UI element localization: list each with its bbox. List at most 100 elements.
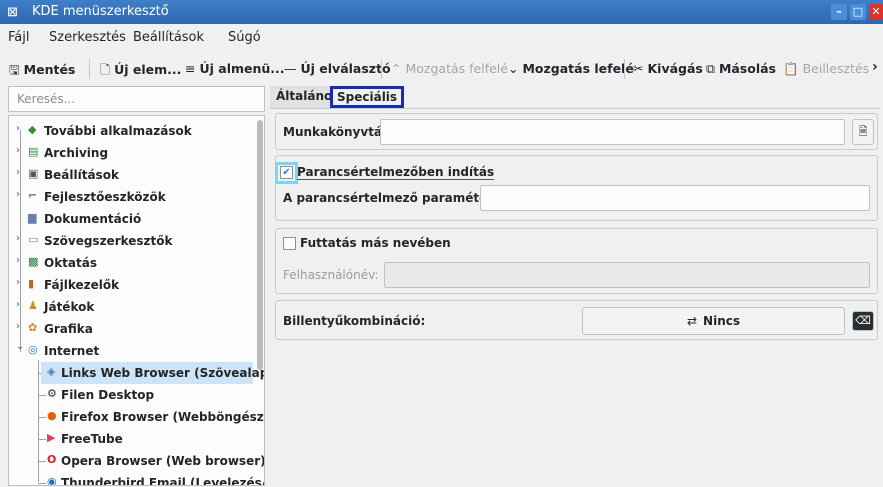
- chevron-right-icon[interactable]: ›: [16, 233, 20, 244]
- separator-icon: —: [284, 61, 297, 76]
- workdir-input[interactable]: [380, 119, 845, 145]
- clear-shortcut-button[interactable]: ⌫: [852, 311, 874, 331]
- menu-file[interactable]: Fájl: [8, 30, 29, 45]
- window-title: KDE menüszerkesztő: [32, 4, 169, 19]
- move-down-button[interactable]: ⌄ Mozgatás lefelé: [508, 61, 634, 76]
- workdir-label: Munkakönyvtár:: [283, 125, 393, 139]
- chevron-up-icon: ⌃: [391, 61, 402, 76]
- freetube-icon: ▶: [47, 431, 56, 444]
- chevron-right-icon[interactable]: ›: [16, 277, 20, 288]
- chevron-right-icon[interactable]: ›: [16, 189, 20, 200]
- terminal-checkbox-label[interactable]: Parancsértelmezőben indítás: [297, 165, 495, 180]
- menu-edit[interactable]: Szerkesztés: [49, 30, 126, 45]
- new-item-button[interactable]: 🗋 Új elem...: [100, 61, 181, 82]
- tree-item[interactable]: ⚙ Filen Desktop: [41, 384, 253, 406]
- tree-item[interactable]: ● Firefox Browser (Webböngésző): [41, 406, 264, 428]
- other-user-checkbox[interactable]: [283, 237, 296, 250]
- workdir-group: Munkakönyvtár: 🗎: [275, 113, 878, 150]
- settings-icon: ▣: [28, 167, 39, 180]
- tree-scrollbar[interactable]: [257, 120, 263, 370]
- chevron-right-icon[interactable]: ›: [16, 255, 20, 266]
- graphics-icon: ✿: [28, 321, 38, 334]
- copy-icon: ⧉: [706, 61, 715, 76]
- new-submenu-button[interactable]: ≡ Új almenü...: [185, 61, 285, 76]
- shortcut-label: Billentyűkombináció:: [283, 314, 426, 328]
- firefox-icon: ●: [47, 409, 57, 422]
- chevron-right-icon[interactable]: ›: [16, 123, 20, 134]
- copy-button[interactable]: ⧉ Másolás: [706, 61, 776, 77]
- chevron-down-icon: ⌄: [508, 61, 519, 76]
- menu-tree[interactable]: › ◆ További alkalmazások › ▤ Archiving ›…: [8, 115, 265, 486]
- other-user-label[interactable]: Futtatás más nevében: [300, 236, 451, 250]
- maximize-button[interactable]: □: [850, 4, 866, 20]
- tree-item[interactable]: › ♟ Játékok: [9, 296, 257, 318]
- tree-item-selected[interactable]: ◈ Links Web Browser (Szövealapu ...: [41, 362, 264, 384]
- close-button[interactable]: ✕: [869, 4, 883, 20]
- shortcut-group: Billentyűkombináció: ⇄ Nincs ⌫: [275, 300, 878, 340]
- checkbox-highlight: [275, 162, 298, 184]
- terminal-params-label: A parancsértelmező paraméterei:: [283, 191, 511, 205]
- games-icon: ♟: [28, 299, 38, 312]
- chevron-right-icon[interactable]: ›: [16, 321, 20, 332]
- tree-item[interactable]: O Opera Browser (Web browser): [41, 450, 264, 472]
- new-separator-button[interactable]: — Új elválasztó: [284, 61, 391, 76]
- search-input[interactable]: Keresés...: [8, 86, 265, 112]
- tree-item[interactable]: ▆ Dokumentáció: [9, 208, 257, 230]
- minimize-button[interactable]: –: [831, 4, 847, 20]
- open-document-icon: 🗎: [858, 125, 868, 138]
- other-user-group: Futtatás más nevében Felhasználónév:: [275, 228, 878, 294]
- tree-item[interactable]: › ⌐ Fejlesztőeszközök: [9, 186, 257, 208]
- menu-settings[interactable]: Beállítások: [133, 30, 204, 45]
- save-icon: 🖫: [9, 62, 20, 77]
- menu-bar: Fájl Szerkesztés Beállítások Súgó: [0, 24, 883, 50]
- browse-folder-button[interactable]: 🗎: [852, 119, 874, 145]
- chevron-down-icon[interactable]: ⌄: [16, 341, 24, 352]
- file-manager-icon: ▮: [28, 277, 35, 290]
- internet-icon: ◎: [28, 343, 38, 356]
- folder-apps-icon: ◆: [28, 123, 37, 136]
- backspace-icon: ⌫: [855, 314, 871, 327]
- toolbar: 🖫 Mentés 🗋 Új elem... ≡ Új almenü... — Új el…: [0, 50, 883, 88]
- shortcut-button[interactable]: ⇄ Nincs: [582, 307, 845, 335]
- menu-help[interactable]: Súgó: [228, 30, 261, 45]
- chevron-right-icon[interactable]: ›: [16, 145, 20, 156]
- tree-item[interactable]: › ▣ Beállítások: [9, 164, 257, 186]
- dev-tools-icon: ⌐: [28, 189, 38, 202]
- cut-button[interactable]: ✂ Kivágás: [633, 61, 703, 76]
- thunderbird-icon: ◉: [47, 475, 57, 486]
- username-input[interactable]: [384, 262, 870, 288]
- tree-branch-line: [38, 360, 39, 482]
- opera-icon: O: [47, 453, 57, 466]
- tree-item[interactable]: › ▩ Oktatás: [9, 252, 257, 274]
- save-button[interactable]: 🖫 Mentés: [9, 61, 75, 82]
- paste-button[interactable]: 📋 Beillesztés: [783, 61, 869, 77]
- tree-item[interactable]: › ✿ Grafika: [9, 318, 257, 340]
- toolbar-separator: [89, 59, 90, 79]
- tree-item[interactable]: › ▤ Archiving: [9, 142, 257, 164]
- toolbar-separator: [624, 59, 625, 79]
- chevron-right-icon[interactable]: ›: [16, 167, 20, 178]
- move-up-button[interactable]: ⌃ Mozgatás felfelé: [391, 61, 508, 76]
- tab-special[interactable]: Speciális: [330, 86, 404, 108]
- tree-item[interactable]: › ▮ Fájlkezelők: [9, 274, 257, 296]
- toolbar-overflow-button[interactable]: ›: [872, 59, 878, 75]
- links-browser-icon: ◈: [47, 365, 56, 378]
- documentation-icon: ▆: [28, 211, 37, 224]
- tree-item[interactable]: › ▭ Szövegszerkesztők: [9, 230, 257, 252]
- tree-item[interactable]: ▶ FreeTube: [41, 428, 253, 450]
- shortcut-icon: ⇄: [686, 314, 698, 328]
- education-icon: ▩: [28, 255, 39, 268]
- text-editor-icon: ▭: [28, 233, 39, 246]
- username-label: Felhasználónév:: [283, 268, 379, 282]
- tab-general[interactable]: Általános: [270, 86, 339, 108]
- paste-icon: 📋: [783, 61, 799, 76]
- tree-item[interactable]: ⌄ ◎ Internet: [9, 340, 257, 362]
- archive-icon: ▤: [28, 145, 39, 158]
- new-item-icon: 🗋: [100, 62, 111, 77]
- tree-item[interactable]: › ◆ További alkalmazások: [9, 120, 257, 142]
- filen-icon: ⚙: [47, 387, 57, 400]
- tree-item[interactable]: ◉ Thunderbird Email (Levelezés/hí...: [41, 472, 264, 486]
- chevron-right-icon[interactable]: ›: [16, 299, 20, 310]
- terminal-params-input[interactable]: [480, 185, 870, 211]
- toolbar-separator: [381, 59, 382, 79]
